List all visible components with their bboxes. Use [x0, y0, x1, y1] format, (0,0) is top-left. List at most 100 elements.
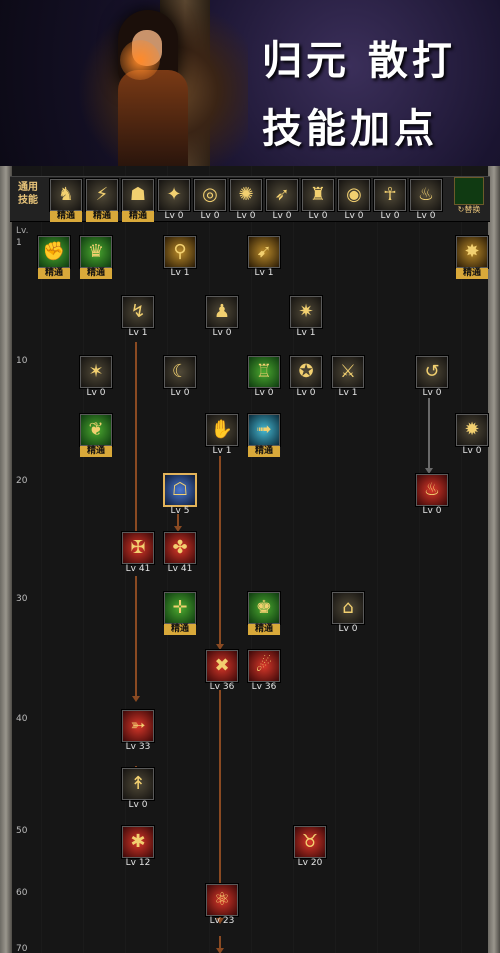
level-marker: 70	[16, 944, 28, 953]
skill-level-label: 精通	[38, 268, 70, 279]
level-marker: 30	[16, 594, 28, 604]
level-marker: 20	[16, 476, 28, 486]
skill-slot[interactable]: ♛	[80, 236, 112, 268]
break-icon: ✖	[214, 655, 230, 676]
skill-level-label: Lv 0	[212, 328, 232, 338]
skill-slot[interactable]: ⚔	[332, 356, 364, 388]
skill-slot[interactable]: ↟	[122, 768, 154, 800]
skill-slot[interactable]: ♟	[206, 296, 238, 328]
guard-icon: ☖	[171, 479, 189, 500]
skill-level-label: Lv 1	[170, 268, 190, 278]
level-marker: 1	[16, 238, 22, 248]
skill-slot[interactable]: ⚛	[206, 884, 238, 916]
skill-level-label: Lv 1	[338, 388, 358, 398]
skill-slot[interactable]: ♜	[302, 179, 334, 211]
skill-slot[interactable]: ☗	[122, 179, 154, 211]
skill-level-label: 精通	[80, 268, 112, 279]
skill-slot[interactable]: ♚	[248, 592, 280, 624]
blast-icon: ✹	[464, 419, 480, 440]
swap-icon	[454, 177, 484, 205]
skill-level-label: Lv 1	[296, 328, 316, 338]
skill-slot[interactable]: ✸	[456, 236, 488, 268]
skill-slot[interactable]: ☖	[164, 474, 196, 506]
skill-level-label: Lv 0	[422, 388, 442, 398]
common-skills-label: 通用 技能	[18, 182, 38, 206]
armor-icon: ♖	[255, 361, 273, 382]
skill-slot[interactable]: ◉	[338, 179, 370, 211]
skill-level-label: Lv 0	[462, 446, 482, 456]
skill-connector	[219, 456, 221, 646]
skill-slot[interactable]: ➳	[122, 710, 154, 742]
skill-slot[interactable]: ⌂	[332, 592, 364, 624]
skill-slot[interactable]: ➹	[248, 236, 280, 268]
skill-slot[interactable]: ✠	[122, 532, 154, 564]
level-marker: 60	[16, 888, 28, 898]
level-header: Lv.	[16, 226, 29, 236]
stance-icon: ♞	[57, 184, 75, 205]
connector-arrow	[132, 696, 140, 702]
skill-slot[interactable]: ♉	[294, 826, 326, 858]
kick2-icon: ↟	[130, 773, 146, 794]
kick-icon: ⚡	[95, 184, 109, 205]
flame-icon: ♨	[417, 184, 435, 205]
skill-slot[interactable]: ✤	[164, 532, 196, 564]
uppercut-icon: ↯	[130, 301, 146, 322]
bag-icon: ⚲	[173, 241, 187, 262]
banner-title: 归元 散打	[262, 37, 456, 84]
skill-slot[interactable]: ☥	[374, 179, 406, 211]
skill-slot[interactable]: ✊	[38, 236, 70, 268]
skill-slot[interactable]: ✛	[164, 592, 196, 624]
skill-slot[interactable]: ☾	[164, 356, 196, 388]
slash-icon: ➳	[130, 715, 146, 736]
skill-connector	[135, 342, 137, 538]
spin-icon: ↺	[424, 361, 440, 382]
brawl-icon: ✊	[42, 241, 66, 262]
skill-slot[interactable]: ✹	[456, 414, 488, 446]
skill-slot[interactable]: ✶	[80, 356, 112, 388]
skill-slot[interactable]: ⚡	[86, 179, 118, 211]
skill-slot[interactable]: ◎	[194, 179, 226, 211]
skill-slot[interactable]: ❦	[80, 414, 112, 446]
ultimate-icon: ⚛	[213, 889, 231, 910]
explode-icon: ✱	[130, 831, 146, 852]
skill-slot[interactable]: ➟	[248, 414, 280, 446]
skill-slot[interactable]: ✱	[122, 826, 154, 858]
skill-tree: 通用 技能 ↻替换 Lv. 1 10 20 30 40 50 60 70 ♞ 精通 ⚡ 精通 ☗ 精通 ✦ L…	[0, 166, 500, 953]
skill-slot[interactable]: ➶	[266, 179, 298, 211]
skill-slot[interactable]: ✖	[206, 650, 238, 682]
skill-level-label: Lv 20	[297, 858, 323, 868]
stone-border-left	[0, 166, 12, 953]
skill-slot[interactable]: ♖	[248, 356, 280, 388]
skill-level-label: Lv 1	[212, 446, 232, 456]
skill-level-label: Lv 0	[338, 624, 358, 634]
power-icon: ☗	[129, 184, 147, 205]
smash-icon: ✪	[298, 361, 314, 382]
skill-slot[interactable]: ✺	[230, 179, 262, 211]
figure-icon: ☥	[383, 184, 397, 205]
level-marker: 50	[16, 826, 28, 836]
skill-level-label: 精通	[248, 446, 280, 457]
level-marker: 10	[16, 356, 28, 366]
skill-slot[interactable]: ♨	[416, 474, 448, 506]
fire-icon: ♨	[423, 479, 441, 500]
skill-slot[interactable]: ☄	[248, 650, 280, 682]
skill-level-label: 精通	[122, 211, 154, 222]
skill-connector	[135, 576, 137, 698]
skill-slot[interactable]: ↯	[122, 296, 154, 328]
swap-button[interactable]: ↻替换	[451, 177, 487, 215]
banner-image: 归元 散打 技能加点	[0, 0, 500, 166]
floor-icon: ⌂	[342, 597, 354, 618]
grapple-icon: ♛	[87, 241, 105, 262]
skill-slot[interactable]: ✦	[158, 179, 190, 211]
skill-slot[interactable]: ✪	[290, 356, 322, 388]
skill-slot[interactable]: ✷	[290, 296, 322, 328]
skill-level-label: Lv 12	[125, 858, 151, 868]
skill-slot[interactable]: ♨	[410, 179, 442, 211]
muscle-icon: ♟	[213, 301, 231, 322]
skill-slot[interactable]: ⚲	[164, 236, 196, 268]
skill-slot[interactable]: ↺	[416, 356, 448, 388]
skill-slot[interactable]: ♞	[50, 179, 82, 211]
rage-icon: ✤	[172, 537, 188, 558]
stone-border-right	[488, 166, 500, 953]
skill-slot[interactable]: ✋	[206, 414, 238, 446]
